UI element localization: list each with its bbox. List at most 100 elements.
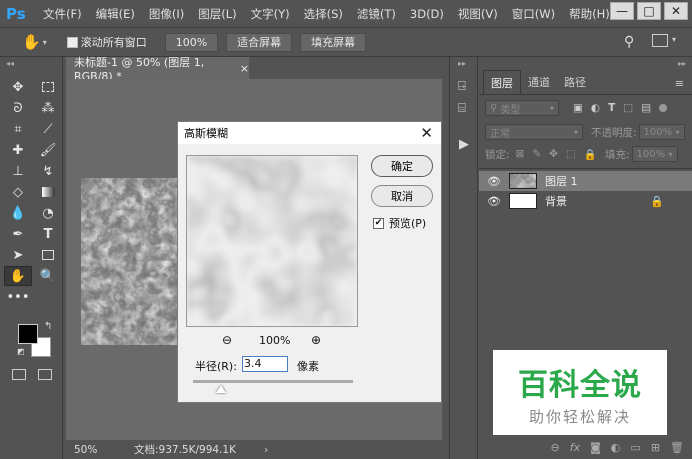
menu-image[interactable]: 图像(I) [142,6,191,22]
blur-tool-icon[interactable]: 💧 [4,203,32,223]
filter-adjustment-icon[interactable]: ◐ [591,102,600,114]
panel-collapse-icon[interactable]: ▸▸ [678,59,686,68]
search-icon[interactable]: ⚲ [624,34,634,50]
layer-row-layer1[interactable]: 👁 图层 1 [479,171,692,191]
workspace-icon[interactable] [652,34,668,47]
zoom-in-icon[interactable]: ⊕ [311,333,321,347]
tool-preset-arrow-icon[interactable]: ▾ [43,38,47,47]
menu-view[interactable]: 视图(V) [451,6,505,22]
preview-option[interactable]: ✔ 预览(P) [373,215,426,231]
lock-pixels-icon[interactable]: ⊠ [516,148,525,160]
menu-help[interactable]: 帮助(H) [562,6,617,22]
actions-panel-icon[interactable]: ▶ [459,137,469,152]
lock-artboard-icon[interactable]: ⬚ [566,148,576,160]
delete-layer-icon[interactable]: 🗑 [670,441,684,454]
scroll-all-windows-option[interactable]: 滚动所有窗口 [66,34,147,50]
layer-row-background[interactable]: 👁 背景 🔒 [479,191,692,211]
dodge-tool-icon[interactable]: ◔ [34,203,62,223]
type-tool-icon[interactable]: T [34,224,62,244]
tab-layers[interactable]: 图层 [483,70,521,94]
tab-paths[interactable]: 路径 [557,70,593,94]
toolbox-collapse-icon[interactable]: ◂◂ [6,59,14,68]
more-tools-icon[interactable]: ••• [4,287,32,307]
shape-tool-icon[interactable] [34,245,62,265]
brush-tool-icon[interactable]: 🖌 [34,140,62,160]
fill-screen-button[interactable]: 填充屏幕 [300,32,367,52]
fit-screen-button[interactable]: 适合屏幕 [226,32,293,52]
eraser-icon[interactable]: ◇ [4,182,32,202]
layer-style-icon[interactable]: fx [570,441,580,454]
radius-input[interactable]: 3.4 [242,356,288,372]
move-tool-icon[interactable]: ✥ [4,77,32,97]
panel-menu-icon[interactable]: ≡ [675,77,684,90]
link-layers-icon[interactable]: ⊖ [551,441,560,454]
filter-type-icon[interactable]: T [608,102,615,114]
magic-wand-icon[interactable]: ⁂ [34,98,62,118]
add-mask-icon[interactable]: ◙ [590,441,601,454]
new-layer-icon[interactable]: ⊞ [651,441,660,454]
tab-channels[interactable]: 通道 [521,70,557,94]
filter-pixel-icon[interactable]: ▣ [573,102,583,114]
pen-tool-icon[interactable]: ✒ [4,224,32,244]
menu-window[interactable]: 窗口(W) [505,6,562,22]
history-panel-icon[interactable]: ⍈ [458,79,466,94]
menu-select[interactable]: 选择(S) [297,6,350,22]
menu-3d[interactable]: 3D(D) [403,7,451,21]
default-colors-icon[interactable]: ◩ [17,347,25,356]
menu-layer[interactable]: 图层(L) [191,6,243,22]
layer-filter-select[interactable]: ⚲ 类型 ▾ [485,100,559,116]
filter-toggle-icon[interactable] [659,104,668,112]
properties-panel-icon[interactable]: ⌸ [458,101,466,116]
adjustment-layer-icon[interactable]: ◐ [611,441,621,454]
strip-collapse-icon[interactable]: ▸▸ [458,59,466,68]
zoom-100-button[interactable]: 100% [164,32,219,52]
maximize-button[interactable]: □ [637,2,661,20]
status-arrow-icon[interactable]: › [264,444,268,456]
dialog-close-icon[interactable]: ✕ [420,124,433,142]
fill-field[interactable]: 100% ▾ [631,146,678,162]
filter-smart-icon[interactable]: ▤ [641,102,651,114]
history-brush-icon[interactable]: ↯ [34,161,62,181]
hand-tool-selected-icon[interactable]: ✋ [4,266,32,286]
ok-button[interactable]: 确定 [371,155,433,177]
foreground-color-swatch[interactable] [18,324,38,344]
stamp-tool-icon[interactable]: ⊥ [4,161,32,181]
close-window-button[interactable]: ✕ [664,2,688,20]
gradient-tool-icon[interactable] [34,182,62,202]
status-zoom[interactable]: 50% [74,444,130,456]
lock-paint-icon[interactable]: ✎ [532,148,541,160]
scroll-all-checkbox[interactable] [66,36,78,48]
marquee-tool-icon[interactable] [34,77,62,97]
close-document-icon[interactable]: × [240,62,249,75]
visibility-eye-icon[interactable]: 👁 [487,175,501,188]
hand-tool-icon[interactable]: ✋ [22,33,41,51]
menu-filter[interactable]: 滤镜(T) [350,6,403,22]
menu-edit[interactable]: 编辑(E) [89,6,142,22]
swap-colors-icon[interactable]: ↰ [44,321,52,332]
crop-tool-icon[interactable]: ⌗ [4,119,32,139]
filter-shape-icon[interactable]: ⬚ [623,102,633,114]
lock-all-icon[interactable]: 🔒 [584,148,597,161]
menu-type[interactable]: 文字(Y) [244,6,297,22]
quick-mask-icon[interactable] [12,369,26,380]
eyedropper-icon[interactable]: ⟋ [34,119,62,139]
radius-slider-knob[interactable] [216,385,226,393]
zoom-out-icon[interactable]: ⊖ [222,333,232,347]
healing-brush-icon[interactable]: ✚ [4,140,32,160]
lasso-tool-icon[interactable]: ᘐ [4,98,32,118]
zoom-tool-icon[interactable]: 🔍 [34,266,62,286]
menu-file[interactable]: 文件(F) [36,6,89,22]
visibility-eye-icon[interactable]: 👁 [487,195,501,208]
preview-checkbox[interactable]: ✔ [373,217,384,229]
screen-mode-icon[interactable] [38,369,52,380]
lock-move-icon[interactable]: ✥ [549,148,558,160]
document-tab[interactable]: 未标题-1 @ 50% (图层 1, RGB/8) * × [66,56,249,83]
minimize-button[interactable]: — [610,2,634,20]
new-group-icon[interactable]: ▭ [630,441,640,454]
workspace-arrow-icon[interactable]: ▾ [672,35,676,44]
opacity-field[interactable]: 100% ▾ [638,124,685,140]
dialog-titlebar[interactable]: 高斯模糊 [178,122,441,144]
cancel-button[interactable]: 取消 [371,185,433,207]
blur-preview[interactable] [186,155,358,327]
radius-slider-track[interactable] [193,380,353,383]
